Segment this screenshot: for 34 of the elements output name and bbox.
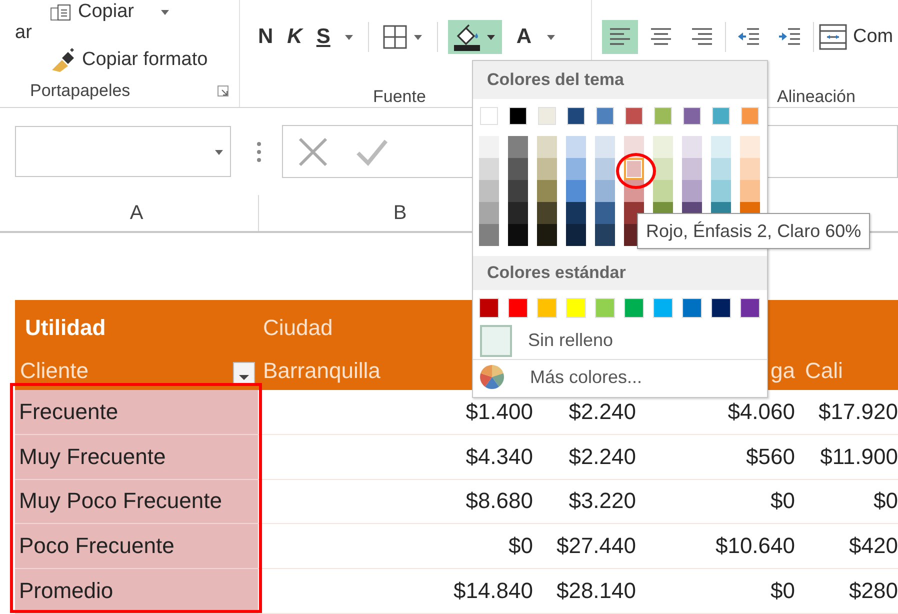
value-cell: $2.240 <box>568 444 636 470</box>
row-label-cell: Frecuente <box>15 390 258 435</box>
value-cell: $10.640 <box>715 533 795 560</box>
row-label-cell: Promedio <box>15 569 258 614</box>
value-cell: $2.240 <box>568 398 636 425</box>
value-cell: $3.220 <box>568 488 636 514</box>
row-field-label: Cliente <box>19 358 90 384</box>
value-cell: $11.900 <box>820 444 898 470</box>
value-cell: $17.920 <box>818 398 898 425</box>
value-cell: $8.680 <box>466 488 533 514</box>
section-header: Colores del tema <box>487 70 624 90</box>
value-cell: $4.060 <box>728 398 795 425</box>
value-cell: $1.400 <box>466 398 533 425</box>
row-label-cell: Muy Poco Frecuente <box>15 480 258 524</box>
header-cell: Utilidad <box>15 300 258 345</box>
value-cell: $280 <box>849 578 898 604</box>
group-label: Alineación <box>777 86 856 106</box>
group-label: Portapapeles <box>30 80 130 100</box>
row-label-cell: Muy Frecuente <box>15 434 258 480</box>
value-cell: $0 <box>770 578 795 604</box>
value-cell: $0 <box>770 488 795 514</box>
value-cell: $4.340 <box>466 444 533 470</box>
value-cell: $0 <box>508 533 533 560</box>
value-cell: $14.840 <box>453 578 533 604</box>
value-cell: $0 <box>874 488 898 514</box>
value-cell: $28.140 <box>556 578 636 604</box>
header-cell: Cali <box>800 345 898 390</box>
row-label-cell: Poco Frecuente <box>15 524 258 570</box>
value-cell: $560 <box>746 444 795 470</box>
section-header: Colores estándar <box>487 263 626 283</box>
tooltip: Rojo, Énfasis 2, Claro 60% <box>637 213 870 249</box>
group-label: Fuente <box>373 86 426 106</box>
value-cell: $420 <box>849 533 898 560</box>
value-cell: $27.440 <box>556 533 636 560</box>
